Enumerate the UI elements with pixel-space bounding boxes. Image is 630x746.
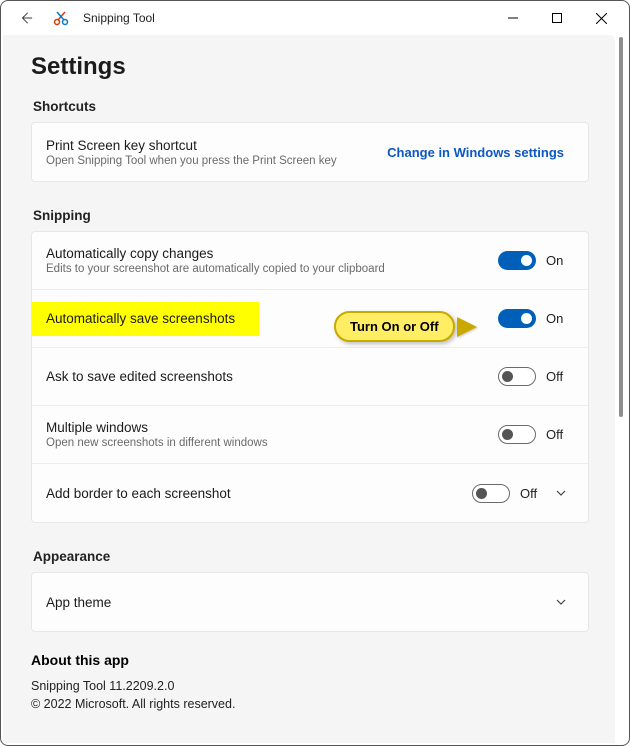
toggle-state: Off bbox=[546, 427, 574, 442]
scrollbar[interactable] bbox=[619, 37, 625, 737]
toggle-state: Off bbox=[546, 369, 574, 384]
row-title: Multiple windows bbox=[46, 420, 498, 435]
print-screen-row: Print Screen key shortcut Open Snipping … bbox=[32, 123, 588, 181]
multi-windows-toggle[interactable] bbox=[498, 425, 536, 444]
back-button[interactable] bbox=[15, 11, 37, 25]
about-copyright: © 2022 Microsoft. All rights reserved. bbox=[31, 696, 589, 714]
row-title: Print Screen key shortcut bbox=[46, 138, 377, 153]
chevron-down-icon bbox=[548, 596, 574, 608]
annotation-callout: Turn On or Off bbox=[334, 311, 455, 342]
section-appearance-label: Appearance bbox=[33, 549, 589, 564]
snipping-card: Automatically copy changes Edits to your… bbox=[31, 231, 589, 523]
about-section: About this app Snipping Tool 11.2209.2.0… bbox=[31, 652, 589, 713]
shortcuts-card: Print Screen key shortcut Open Snipping … bbox=[31, 122, 589, 182]
toggle-state: Off bbox=[520, 486, 548, 501]
annotation-callout-tail bbox=[459, 319, 477, 335]
row-subtitle: Open new screenshots in different window… bbox=[46, 437, 498, 449]
row-title: Automatically save screenshots bbox=[46, 311, 235, 326]
about-label: About this app bbox=[31, 652, 589, 668]
snipping-tool-icon bbox=[53, 10, 75, 26]
row-title: App theme bbox=[46, 595, 548, 610]
section-shortcuts-label: Shortcuts bbox=[33, 99, 589, 114]
row-title: Add border to each screenshot bbox=[46, 486, 472, 501]
multi-windows-row: Multiple windows Open new screenshots in… bbox=[32, 406, 588, 464]
maximize-button[interactable] bbox=[535, 3, 579, 33]
minimize-button[interactable] bbox=[491, 3, 535, 33]
about-version: Snipping Tool 11.2209.2.0 bbox=[31, 678, 589, 696]
row-title: Automatically copy changes bbox=[46, 246, 498, 261]
section-snipping-label: Snipping bbox=[33, 208, 589, 223]
add-border-row[interactable]: Add border to each screenshot Off bbox=[32, 464, 588, 522]
row-subtitle: Edits to your screenshot are automatical… bbox=[46, 263, 498, 275]
highlight-marker: Automatically save screenshots bbox=[32, 302, 259, 336]
close-button[interactable] bbox=[579, 3, 623, 33]
ask-save-row: Ask to save edited screenshots Off bbox=[32, 348, 588, 406]
appearance-card: App theme bbox=[31, 572, 589, 632]
toggle-state: On bbox=[546, 311, 574, 326]
auto-save-row: Automatically save screenshots On bbox=[32, 290, 588, 348]
app-theme-row[interactable]: App theme bbox=[32, 573, 588, 631]
row-title: Ask to save edited screenshots bbox=[46, 369, 498, 384]
ask-save-toggle[interactable] bbox=[498, 367, 536, 386]
row-subtitle: Open Snipping Tool when you press the Pr… bbox=[46, 155, 377, 167]
toggle-state: On bbox=[546, 253, 574, 268]
change-in-windows-settings-link[interactable]: Change in Windows settings bbox=[377, 139, 574, 166]
auto-save-toggle[interactable] bbox=[498, 309, 536, 328]
content-area: Settings Shortcuts Print Screen key shor… bbox=[3, 35, 615, 743]
scrollbar-thumb[interactable] bbox=[619, 37, 623, 417]
chevron-down-icon bbox=[548, 487, 574, 499]
auto-copy-row: Automatically copy changes Edits to your… bbox=[32, 232, 588, 290]
add-border-toggle[interactable] bbox=[472, 484, 510, 503]
titlebar: Snipping Tool bbox=[1, 1, 629, 35]
callout-text: Turn On or Off bbox=[350, 319, 439, 334]
app-name: Snipping Tool bbox=[83, 11, 155, 25]
auto-copy-toggle[interactable] bbox=[498, 251, 536, 270]
page-title: Settings bbox=[31, 53, 589, 81]
